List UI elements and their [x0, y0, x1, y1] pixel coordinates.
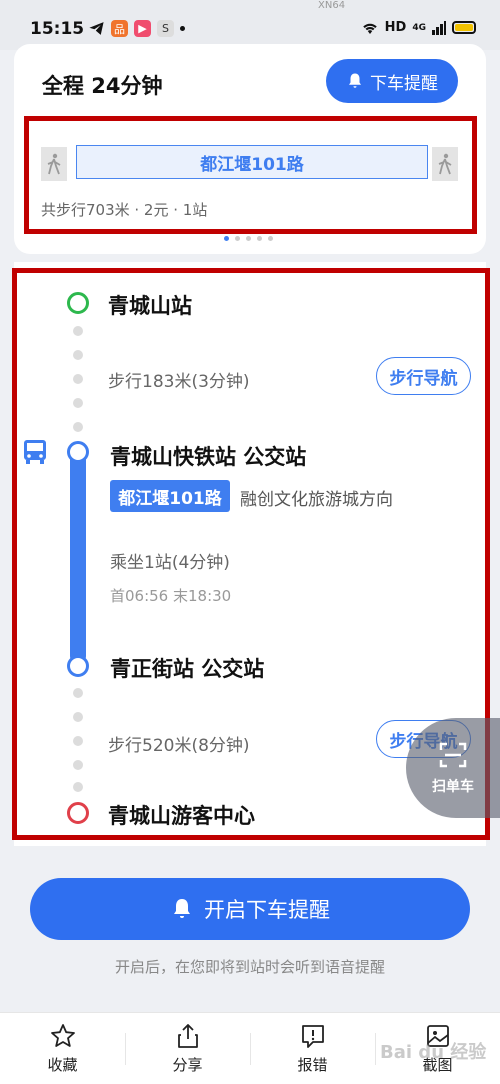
tab-favorite-label: 收藏 [47, 1056, 78, 1074]
app-icon-orange: 品 [111, 20, 128, 37]
start-stop-marker [67, 292, 89, 314]
tab-share-label: 分享 [172, 1056, 203, 1074]
walk-path-dot [73, 326, 83, 336]
watermark: Bai du 经验 [380, 1042, 487, 1063]
battery-icon [452, 21, 476, 34]
map-road-label: XN64 [318, 0, 346, 11]
total-duration-title: 全程 24分钟 [42, 74, 163, 98]
status-time: 15:15 [30, 19, 85, 39]
status-bar: XN64 15:15 品 ▶ S HD 4G [0, 0, 500, 50]
tab-report-label: 报错 [297, 1056, 328, 1074]
telegram-icon [89, 22, 104, 35]
alight-reminder-label: 下车提醒 [370, 73, 438, 94]
page-dot [246, 236, 251, 241]
bell-icon [349, 73, 361, 88]
app-icon-pink: ▶ [134, 20, 151, 37]
alight-stop-name: 青正街站 公交站 [110, 657, 265, 681]
wifi-icon [362, 23, 377, 34]
end-stop-marker [67, 802, 89, 824]
alight-reminder-button[interactable]: 下车提醒 [326, 59, 458, 103]
start-stop-name: 青城山站 [108, 294, 192, 318]
star-icon [50, 1024, 75, 1047]
walk-path-dot [73, 736, 83, 746]
signal-label: 4G [412, 22, 426, 33]
walk-navigation-button-1[interactable]: 步行导航 [376, 357, 471, 395]
scan-icon [439, 742, 467, 768]
walk-segment-2-text: 步行520米(8分钟) [108, 736, 250, 756]
reminder-hint: 开启后，在您即将到站时会听到语音提醒 [114, 958, 385, 976]
page-dot [235, 236, 240, 241]
tab-share[interactable]: 分享 [125, 1013, 250, 1084]
bus-route-line [70, 452, 86, 664]
walk-path-dot [73, 374, 83, 384]
bus-route-tag[interactable]: 都江堰101路 [110, 480, 230, 512]
bell-icon [174, 899, 190, 918]
walk-path-dot [73, 712, 83, 722]
alight-stop-marker [67, 655, 89, 677]
more-notifications-dot [180, 26, 185, 31]
board-stop-name: 青城山快铁站 公交站 [110, 445, 307, 469]
route-overview-highlight[interactable]: 都江堰101路 共步行703米 · 2元 · 1站 [24, 116, 477, 234]
app-icon-blue: S [157, 20, 174, 37]
walk-path-dot [73, 760, 83, 770]
page-dot [257, 236, 262, 241]
page-indicator [224, 236, 273, 241]
page-dot-active [224, 236, 229, 241]
tab-report[interactable]: 报错 [250, 1013, 375, 1084]
walk-segment-1-text: 步行183米(3分钟) [108, 372, 250, 392]
status-right: HD 4G [361, 20, 476, 35]
start-alight-reminder-button[interactable]: 开启下车提醒 [30, 878, 470, 940]
share-icon [177, 1024, 198, 1048]
start-alight-reminder-label: 开启下车提醒 [204, 898, 330, 922]
walk-path-dot [73, 688, 83, 698]
bus-schedule: 首06:56 末18:30 [110, 587, 232, 605]
scan-bike-label: 扫单车 [432, 779, 474, 795]
status-app-icons: 品 ▶ S [88, 20, 185, 37]
scan-bike-button[interactable]: 扫单车 [406, 718, 500, 818]
report-icon [301, 1025, 324, 1048]
tab-favorite[interactable]: 收藏 [0, 1013, 125, 1084]
walk-path-dot [73, 782, 83, 792]
walk-end-icon [432, 147, 458, 181]
route-meta-text: 共步行703米 · 2元 · 1站 [41, 201, 208, 219]
route-bus-segment: 都江堰101路 [76, 145, 428, 179]
walk-path-dot [73, 350, 83, 360]
walk-path-dot [73, 422, 83, 432]
end-stop-name: 青城山游客中心 [108, 804, 255, 828]
bus-icon [24, 440, 46, 464]
network-label: HD [384, 20, 407, 35]
route-direction: 融创文化旅游城方向 [240, 490, 393, 510]
walk-start-icon [41, 147, 67, 181]
walk-path-dot [73, 398, 83, 408]
ride-segment-text: 乘坐1站(4分钟) [110, 553, 230, 573]
page-dot [268, 236, 273, 241]
board-stop-marker [67, 441, 89, 463]
signal-icon [432, 20, 446, 35]
